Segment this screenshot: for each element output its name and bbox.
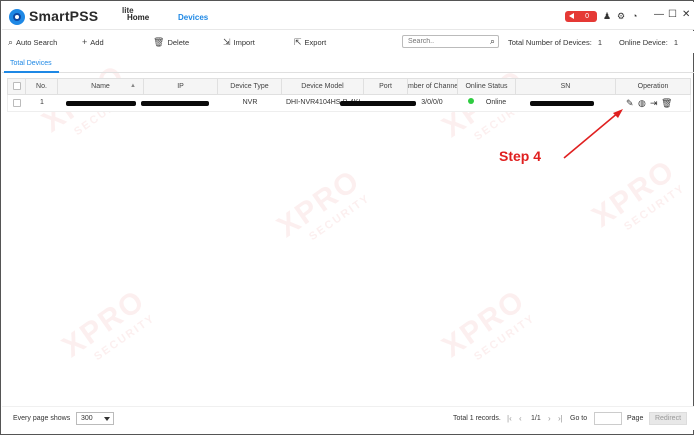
import-button[interactable]: ⇲ Import [223,37,255,48]
first-page-icon[interactable]: |‹ [507,414,512,423]
web-globe-icon[interactable]: ◍ [638,98,646,108]
redirect-button[interactable]: Redirect [649,412,687,425]
online-devices-stat: Online Device: 1 [619,38,679,47]
app-title: SmartPSS [29,8,99,24]
import-label: Import [233,38,255,47]
export-button[interactable]: ⇱ Export [294,37,326,48]
export-label: Export [304,38,327,47]
toolbar: ⌕ Auto Search + Add 🗑 Delete ⇲ Import ⇱ … [2,31,694,53]
auto-search-button[interactable]: ⌕ Auto Search [8,37,57,48]
page-size-label: Every page shows [13,415,71,422]
auto-search-label: Auto Search [16,38,58,47]
column-header-channels[interactable]: Number of Channels [408,79,458,94]
delete-label: Delete [167,38,190,47]
alarm-count: 0 [585,13,589,20]
next-page-icon[interactable]: › [548,414,551,423]
column-header-no[interactable]: No. [26,79,58,94]
device-search-box: ⌕ [402,35,499,48]
minimize-button[interactable]: — [654,9,664,21]
speaker-icon [569,13,574,19]
tab-total-devices[interactable]: Total Devices [10,60,52,67]
page-indicator: 1/1 [531,415,541,422]
trash-icon[interactable]: 🗑 [661,98,672,108]
column-header-device-model[interactable]: Device Model [282,79,364,94]
online-status-dot [467,98,474,105]
select-all-cell [8,79,26,94]
delete-button[interactable]: 🗑 Delete [153,37,189,48]
column-header-online-status[interactable]: Online Status [458,79,516,94]
search-input[interactable] [403,36,483,47]
pagination-footer: Every page shows 300 Total 1 records. |‹… [2,406,694,430]
import-icon: ⇲ [223,37,231,47]
cell-channels: 3/0/0/0 [421,99,443,106]
column-header-name[interactable]: Name ▲ [58,79,144,94]
page-size-select[interactable]: 300 [76,412,114,425]
page-label: Page [627,415,644,422]
cell-online-status: Online [458,95,516,111]
trash-icon: 🗑 [153,37,165,47]
cell-no: 1 [40,99,44,106]
column-header-port[interactable]: Port [364,79,408,94]
add-label: Add [90,37,104,47]
cell-device-type: NVR [242,99,258,106]
last-page-icon[interactable]: ›| [558,414,563,423]
column-header-operation: Operation [637,83,669,90]
column-header-device-type[interactable]: Device Type [218,79,282,94]
plus-icon: + [82,37,88,47]
app-logo-icon [9,9,25,25]
step-annotation-label: Step 4 [499,148,542,164]
nav-devices-tab[interactable]: Devices [178,13,208,22]
sort-arrow-icon: ▲ [130,83,136,89]
add-button[interactable]: + Add [82,37,104,47]
active-tab-indicator [4,71,59,73]
redacted-port [340,101,416,106]
annotation-arrow [563,109,623,159]
goto-label: Go to [570,415,588,422]
gear-icon[interactable]: ⚙ [617,10,625,22]
column-header-sn[interactable]: SN [516,79,616,94]
goto-page-input[interactable] [594,412,622,425]
close-button[interactable]: ✕ [682,9,690,21]
column-header-ip[interactable]: IP [144,79,218,94]
maximize-button[interactable]: ☐ [668,9,677,21]
alarm-button[interactable]: 0 [565,11,597,22]
select-all-checkbox[interactable] [13,82,21,90]
user-icon[interactable]: ♟ [603,10,611,22]
redacted-ip [141,101,209,106]
title-bar: SmartPSS lite Home Devices 0 ♟ ⚙ ◔ — ☐ ✕ [2,2,694,30]
row-checkbox[interactable] [13,99,21,107]
device-tabs: Total Devices [2,55,694,73]
total-devices-stat: Total Number of Devices: 1 [508,38,603,47]
nav-home-tab[interactable]: Home [127,13,149,22]
chevron-down-icon [104,417,110,421]
records-count: Total 1 records. [453,415,501,422]
redacted-name [66,101,136,106]
search-icon: ⌕ [8,37,14,47]
export-icon: ⇱ [294,37,302,47]
gauge-icon[interactable]: ◔ [632,10,637,22]
search-icon[interactable]: ⌕ [490,36,495,47]
prev-page-icon[interactable]: ‹ [519,414,522,423]
logout-icon[interactable]: ⇥ [650,98,658,108]
table-header: No. Name ▲ IP Device Type Device Model P… [7,78,691,95]
app-window: XPROSECURITY XPROSECURITY XPROSECURITY X… [0,0,694,435]
